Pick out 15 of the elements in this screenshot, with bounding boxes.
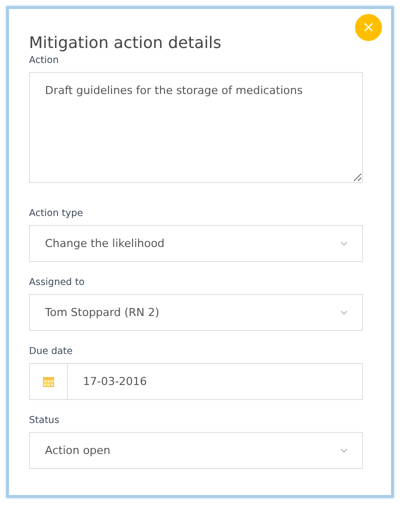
calendar-icon[interactable]	[43, 376, 54, 386]
field-label: Action type	[29, 208, 84, 219]
field-label: Assigned to	[29, 277, 86, 288]
chevron-down-icon	[340, 241, 348, 246]
action-field[interactable]: Draft guidelines for the storage of medications	[29, 72, 363, 183]
field-label: Action	[29, 55, 60, 66]
dropdown-field[interactable]: Tom Stoppard (RN 2)	[29, 294, 363, 331]
field-label: Due date	[29, 346, 74, 357]
date-field[interactable]: 17-03-2016	[29, 363, 363, 400]
field-label: Status	[29, 415, 60, 426]
dialog-title: Mitigation action details	[29, 33, 222, 52]
dropdown-field[interactable]: Change the likelihood	[29, 225, 363, 262]
dropdown-field[interactable]: Action open	[29, 432, 363, 469]
chevron-down-icon	[340, 448, 348, 453]
chevron-down-icon	[340, 310, 348, 315]
